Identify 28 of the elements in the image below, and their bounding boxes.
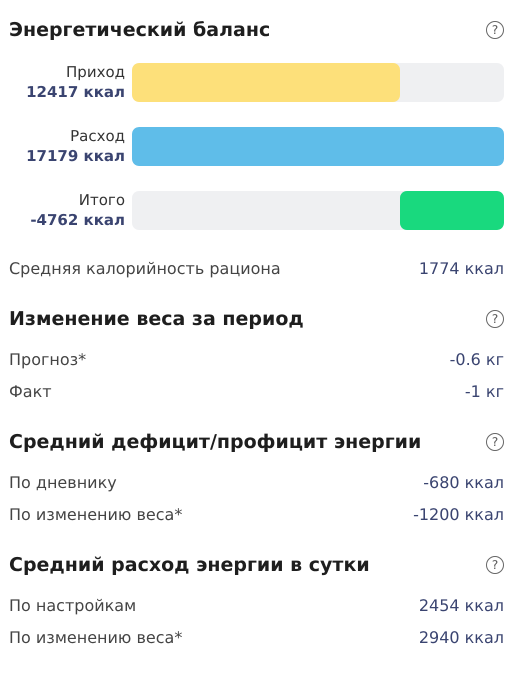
row-value: -1 кг — [464, 382, 504, 400]
section-title: Изменение веса за период — [9, 308, 304, 330]
bar-label: Расход — [70, 126, 125, 146]
section-title: Средний дефицит/профицит энергии — [9, 431, 422, 453]
row-label: По дневнику — [9, 472, 117, 492]
bar-label: Итого — [78, 190, 125, 210]
help-icon[interactable]: ? — [486, 310, 504, 328]
row-label: Средняя калорийность рациона — [9, 258, 281, 278]
row-value: -1200 ккал — [413, 504, 504, 524]
bar-value: 12417 ккал — [26, 82, 125, 102]
row-label: По настройкам — [9, 596, 136, 614]
row-value: -680 ккал — [423, 472, 504, 492]
row-label: Прогноз* — [9, 350, 86, 368]
row-value: 2454 ккал — [418, 596, 504, 614]
bar-value: 17179 ккал — [26, 146, 125, 166]
section-title: Средний расход энергии в сутки — [9, 554, 370, 576]
help-icon[interactable]: ? — [486, 556, 504, 574]
bar-value: -4762 ккал — [30, 210, 125, 230]
row-value: 1774 ккал — [418, 258, 504, 278]
row-label: По изменению веса* — [9, 504, 182, 524]
help-icon[interactable]: ? — [486, 433, 504, 451]
row-label: Факт — [9, 382, 52, 400]
bar-label: Приход — [66, 62, 125, 82]
row-value: -0.6 кг — [450, 350, 504, 368]
row-value: 2940 ккал — [418, 628, 504, 646]
section-title: Энергетический баланс — [9, 19, 270, 41]
help-icon[interactable]: ? — [486, 21, 504, 39]
row-label: По изменению веса* — [9, 628, 182, 646]
